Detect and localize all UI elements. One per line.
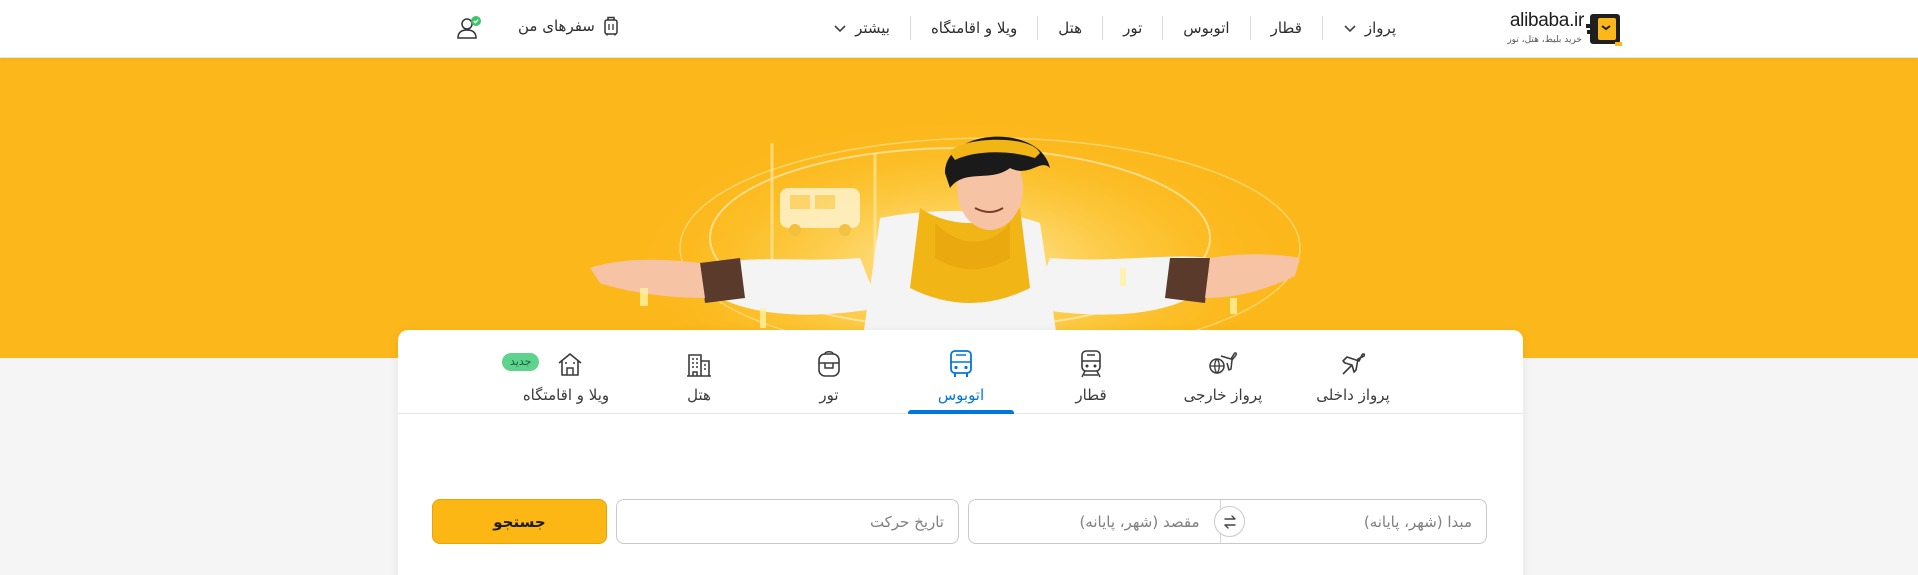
hero-banner [0,58,1918,358]
user-icon [457,16,481,39]
search-button[interactable]: جستجو [432,499,607,544]
search-card: پرواز داخلی پرواز خارجی قطار اتوبوس تور … [398,330,1523,575]
destination-input[interactable]: مقصد (شهر، پایانه) [969,500,1221,543]
chevron-down-icon [834,25,846,33]
tab-hotel[interactable]: هتل [646,348,752,414]
train-icon [1081,350,1101,378]
user-account-button[interactable] [456,14,484,42]
logo-mark-icon [1586,14,1622,46]
tab-tour[interactable]: تور [776,348,882,414]
hero-illustration [590,88,1301,358]
logo-tagline: خرید بلیط، هتل، تور [1507,35,1582,45]
service-tabs: پرواز داخلی پرواز خارجی قطار اتوبوس تور … [398,330,1523,414]
nav-item-label: هتل [1058,19,1083,37]
villa-icon [558,353,582,376]
my-trips-link[interactable]: سفرهای من [518,16,620,36]
main-nav: پرواز قطار اتوبوس تور هتل ویلا و اقامتگا… [813,0,1416,56]
top-header: alibaba.ir خرید بلیط، هتل، تور پرواز قطا… [0,0,1918,58]
tab-label: قطار [1075,386,1107,404]
nav-item-more[interactable]: بیشتر [813,16,911,40]
nav-item-label: ویلا و اقامتگاه [930,19,1018,37]
suitcase-icon [604,16,618,36]
nav-item-bus[interactable]: اتوبوس [1163,16,1251,40]
route-field: مبدا (شهر، پایانه) مقصد (شهر، پایانه) [968,499,1487,544]
nav-item-label: بیشتر [855,19,890,37]
nav-item-flight[interactable]: پرواز [1323,16,1416,40]
nav-item-hotel[interactable]: هتل [1038,16,1104,40]
tab-label: پرواز خارجی [1183,386,1263,404]
tab-international-flight[interactable]: پرواز خارجی [1170,348,1276,414]
tab-label: هتل [687,386,711,404]
nav-item-tour[interactable]: تور [1103,16,1164,40]
airplane-globe-icon [1209,352,1237,374]
tab-label: اتوبوس [937,386,985,404]
swap-arrows-icon [1223,514,1236,529]
active-tab-indicator [908,410,1014,414]
origin-placeholder: مبدا (شهر، پایانه) [1363,512,1472,531]
backpack-icon [818,350,840,377]
tab-domestic-flight[interactable]: پرواز داخلی [1300,348,1406,414]
nav-item-label: اتوبوس [1183,19,1230,37]
nav-item-train[interactable]: قطار [1251,16,1323,40]
logo-name: alibaba.ir [1509,10,1584,31]
my-trips-label: سفرهای من [518,17,595,35]
tab-train[interactable]: قطار [1038,348,1144,414]
new-badge: جدید [502,353,540,371]
tab-bus[interactable]: اتوبوس [908,348,1014,414]
airplane-icon [1342,353,1366,375]
origin-input[interactable]: مبدا (شهر، پایانه) [1221,500,1472,543]
hotel-icon [687,354,711,377]
nav-item-label: پرواز [1364,19,1396,37]
tab-label: پرواز داخلی [1316,386,1390,404]
nav-item-label: قطار [1270,19,1302,37]
departure-date-input[interactable]: تاریخ حرکت [616,499,959,544]
nav-item-villa[interactable]: ویلا و اقامتگاه [911,16,1039,40]
nav-item-label: تور [1123,19,1143,37]
destination-placeholder: مقصد (شهر، پایانه) [1079,512,1200,531]
alibaba-logo[interactable]: alibaba.ir خرید بلیط، هتل، تور [1494,8,1624,50]
tab-label: ویلا و اقامتگاه [522,386,610,404]
swap-route-button[interactable] [1214,506,1245,537]
bus-icon [950,350,972,377]
tab-label: تور [819,386,839,404]
date-placeholder: تاریخ حرکت [869,512,944,531]
chevron-down-icon [1344,25,1356,33]
